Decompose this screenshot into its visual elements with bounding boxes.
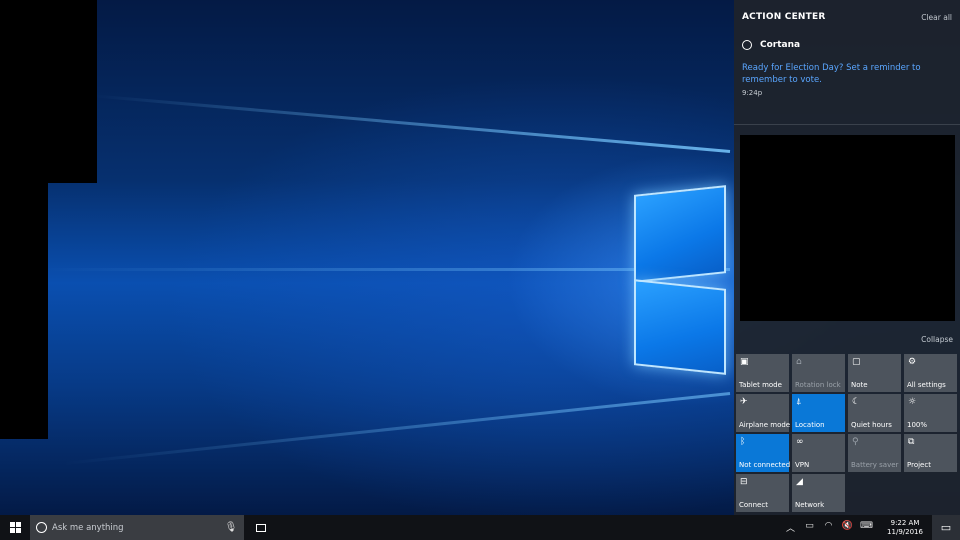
rotation-lock-icon: ⌂: [796, 357, 802, 367]
quick-action-label: Airplane mode: [739, 421, 791, 429]
microphone-icon[interactable]: 🎙: [224, 522, 238, 533]
search-placeholder: Ask me anything: [52, 522, 124, 533]
quick-action-airplane[interactable]: ✈ Airplane mode: [736, 394, 791, 432]
clock-time: 9:22 AM: [890, 518, 920, 527]
quick-action-connect[interactable]: ⊟ Connect: [736, 474, 789, 512]
windows-logo-pane: [634, 185, 726, 283]
quick-action-moon[interactable]: ☾ Quiet hours: [848, 394, 901, 432]
notification-time: 9:24p: [742, 89, 763, 97]
quick-action-label: Quiet hours: [851, 421, 892, 429]
quick-action-location[interactable]: ⍋ Location: [792, 394, 845, 432]
notification-icon: ▭: [940, 521, 952, 534]
collapse-button[interactable]: Collapse: [921, 335, 953, 344]
gear-icon: ⚙: [908, 357, 917, 367]
bluetooth-icon: ᛒ: [740, 437, 746, 447]
network-icon: ◢: [796, 477, 803, 487]
chevron-up-icon[interactable]: ︿: [781, 521, 800, 534]
task-view-icon: [256, 523, 266, 532]
vpn-icon: ∞: [796, 437, 804, 447]
quick-action-rotation-lock[interactable]: ⌂ Rotation lock: [792, 354, 845, 392]
brightness-icon: ☼: [908, 397, 917, 407]
action-center-title: ACTION CENTER: [742, 12, 826, 22]
clock[interactable]: 9:22 AM 11/9/2016: [882, 519, 928, 537]
light-beam: [40, 268, 730, 271]
windows-logo-pane: [634, 279, 726, 375]
quick-action-label: Location: [795, 421, 825, 429]
moon-icon: ☾: [852, 397, 861, 407]
cortana-search-box[interactable]: Ask me anything 🎙: [30, 515, 244, 540]
clock-date: 11/9/2016: [887, 527, 923, 536]
quick-action-vpn[interactable]: ∞ VPN: [792, 434, 845, 472]
volume-mute-icon[interactable]: 🔇: [838, 521, 857, 534]
location-icon: ⍋: [796, 397, 802, 407]
battery-icon[interactable]: ▭: [800, 521, 819, 534]
quick-action-label: Network: [795, 501, 825, 509]
action-center-button[interactable]: ▭: [932, 515, 960, 540]
redacted-region: [740, 135, 955, 321]
light-beam: [92, 94, 731, 153]
quick-action-label: Project: [907, 461, 931, 469]
quick-action-note[interactable]: ▢ Note: [848, 354, 901, 392]
light-beam: [63, 392, 731, 466]
connect-icon: ⊟: [740, 477, 748, 487]
project-icon: ⧉: [908, 437, 915, 447]
note-icon: ▢: [852, 357, 861, 367]
quick-action-gear[interactable]: ⚙ All settings: [904, 354, 957, 392]
quick-action-tablet-mode[interactable]: ▣ Tablet mode: [736, 354, 789, 392]
quick-action-label: Battery saver: [851, 461, 899, 469]
quick-action-label: Rotation lock: [795, 381, 841, 389]
quick-action-project[interactable]: ⧉ Project: [904, 434, 957, 472]
redacted-region: [0, 183, 48, 439]
task-view-button[interactable]: [250, 515, 272, 540]
airplane-icon: ✈: [740, 397, 748, 407]
divider: [734, 124, 960, 125]
system-tray: ︿ ▭ ◠ 🔇 ⌨ 9:22 AM 11/9/2016 ▭: [781, 515, 960, 540]
quick-action-brightness[interactable]: ☼ 100%: [904, 394, 957, 432]
quick-action-label: Note: [851, 381, 868, 389]
quick-actions-grid: ▣ Tablet mode ⌂ Rotation lock ▢ Note ⚙ All sett…: [736, 354, 958, 512]
redacted-region: [0, 0, 97, 183]
quick-action-label: Connect: [739, 501, 768, 509]
start-button[interactable]: [0, 515, 30, 540]
wifi-icon[interactable]: ◠: [819, 521, 838, 534]
notification-app-name: Cortana: [760, 40, 801, 50]
notification-message[interactable]: Ready for Election Day? Set a reminder t…: [742, 62, 942, 86]
quick-action-network[interactable]: ◢ Network: [792, 474, 845, 512]
cortana-icon: [742, 40, 752, 50]
action-center-panel: ACTION CENTER Clear all Cortana Ready fo…: [734, 0, 960, 515]
keyboard-icon[interactable]: ⌨: [857, 521, 876, 534]
cortana-icon: [36, 522, 47, 533]
quick-action-label: Tablet mode: [739, 381, 782, 389]
clear-all-button[interactable]: Clear all: [921, 13, 952, 22]
windows-logo-icon: [9, 522, 21, 533]
quick-action-label: VPN: [795, 461, 810, 469]
taskbar: Ask me anything 🎙 ︿ ▭ ◠ 🔇 ⌨ 9:22 AM 11/9/201…: [0, 515, 960, 540]
battery-saver-icon: ⚲: [852, 437, 859, 447]
quick-action-battery-saver[interactable]: ⚲ Battery saver: [848, 434, 901, 472]
quick-action-bluetooth[interactable]: ᛒ Not connected: [736, 434, 791, 472]
quick-action-label: Not connected: [739, 461, 791, 469]
tablet-mode-icon: ▣: [740, 357, 749, 367]
quick-action-label: All settings: [907, 381, 946, 389]
notification-app-header[interactable]: Cortana: [742, 40, 800, 50]
quick-action-label: 100%: [907, 421, 928, 429]
